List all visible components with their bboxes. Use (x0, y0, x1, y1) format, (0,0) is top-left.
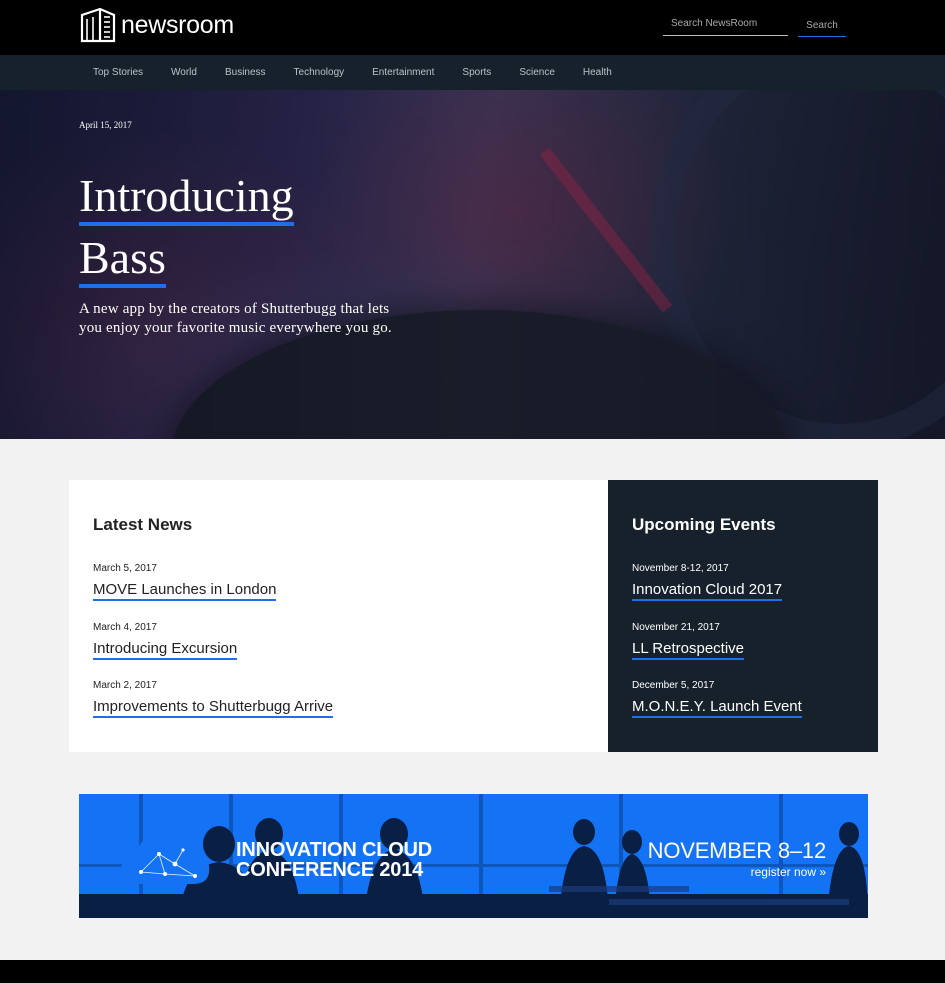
conference-banner[interactable]: INNOVATION CLOUD CONFERENCE 2014 NOVEMBE… (79, 794, 868, 918)
event-item-link[interactable]: M.O.N.E.Y. Launch Event (632, 698, 802, 718)
banner-date: NOVEMBER 8–12 (647, 838, 827, 863)
event-item: November 8-12, 2017 Innovation Cloud 201… (632, 563, 783, 601)
register-now-link[interactable]: register now » (751, 865, 826, 879)
nav-list: Top Stories World Business Technology En… (93, 55, 640, 90)
search-button[interactable]: Search (798, 14, 846, 37)
news-item-link[interactable]: Introducing Excursion (93, 640, 238, 660)
news-item-date: March 2, 2017 (93, 680, 157, 691)
news-item: March 2, 2017 Improvements to Shutterbug… (93, 680, 334, 718)
upcoming-events-title: Upcoming Events (632, 515, 776, 534)
nav-item-top-stories[interactable]: Top Stories (93, 67, 143, 78)
nav-item-sports[interactable]: Sports (462, 67, 491, 78)
news-item: March 4, 2017 Introducing Excursion (93, 622, 238, 660)
logo-text: newsroom (121, 10, 234, 39)
top-header: newsroom Search (0, 0, 945, 55)
news-item-date: March 5, 2017 (93, 563, 157, 574)
banner-title: INNOVATION CLOUD CONFERENCE 2014 (236, 840, 432, 880)
category-nav: Top Stories World Business Technology En… (0, 55, 945, 90)
event-item-date: November 8-12, 2017 (632, 563, 729, 574)
news-item-date: March 4, 2017 (93, 622, 157, 633)
nav-item-science[interactable]: Science (519, 67, 555, 78)
event-item-link[interactable]: Innovation Cloud 2017 (632, 581, 783, 601)
event-item-link[interactable]: LL Retrospective (632, 640, 745, 660)
nav-item-business[interactable]: Business (225, 67, 266, 78)
banner-title-line2: CONFERENCE 2014 (236, 859, 424, 881)
hero-banner[interactable]: April 15, 2017 Introducing Bass A new ap… (0, 90, 945, 439)
footer (0, 960, 945, 983)
hero-title-line2: Bass (79, 232, 166, 288)
nav-item-entertainment[interactable]: Entertainment (372, 67, 434, 78)
nav-item-health[interactable]: Health (583, 67, 612, 78)
news-item: March 5, 2017 MOVE Launches in London (93, 563, 277, 601)
hero-date: April 15, 2017 (79, 120, 132, 130)
news-item-link[interactable]: Improvements to Shutterbugg Arrive (93, 698, 334, 718)
upcoming-events-panel: Upcoming Events November 8-12, 2017 Inno… (608, 480, 878, 752)
nav-item-technology[interactable]: Technology (294, 67, 345, 78)
news-item-link[interactable]: MOVE Launches in London (93, 581, 277, 601)
hero-description: A new app by the creators of Shutterbugg… (79, 301, 392, 336)
building-logo-icon (80, 7, 116, 43)
banner-title-line1: INNOVATION CLOUD (236, 839, 433, 861)
event-item: November 21, 2017 LL Retrospective (632, 622, 745, 660)
newsroom-logo[interactable]: newsroom (80, 7, 234, 43)
latest-news-panel: Latest News March 5, 2017 MOVE Launches … (69, 480, 608, 752)
event-item-date: December 5, 2017 (632, 680, 715, 691)
hero-title-line1: Introducing (79, 170, 294, 226)
event-item-date: November 21, 2017 (632, 622, 720, 633)
nav-item-world[interactable]: World (171, 67, 197, 78)
hero-title[interactable]: Introducing Bass (79, 165, 294, 289)
latest-news-title: Latest News (93, 515, 193, 534)
event-item: December 5, 2017 M.O.N.E.Y. Launch Event (632, 680, 802, 718)
search-input[interactable] (663, 12, 788, 36)
